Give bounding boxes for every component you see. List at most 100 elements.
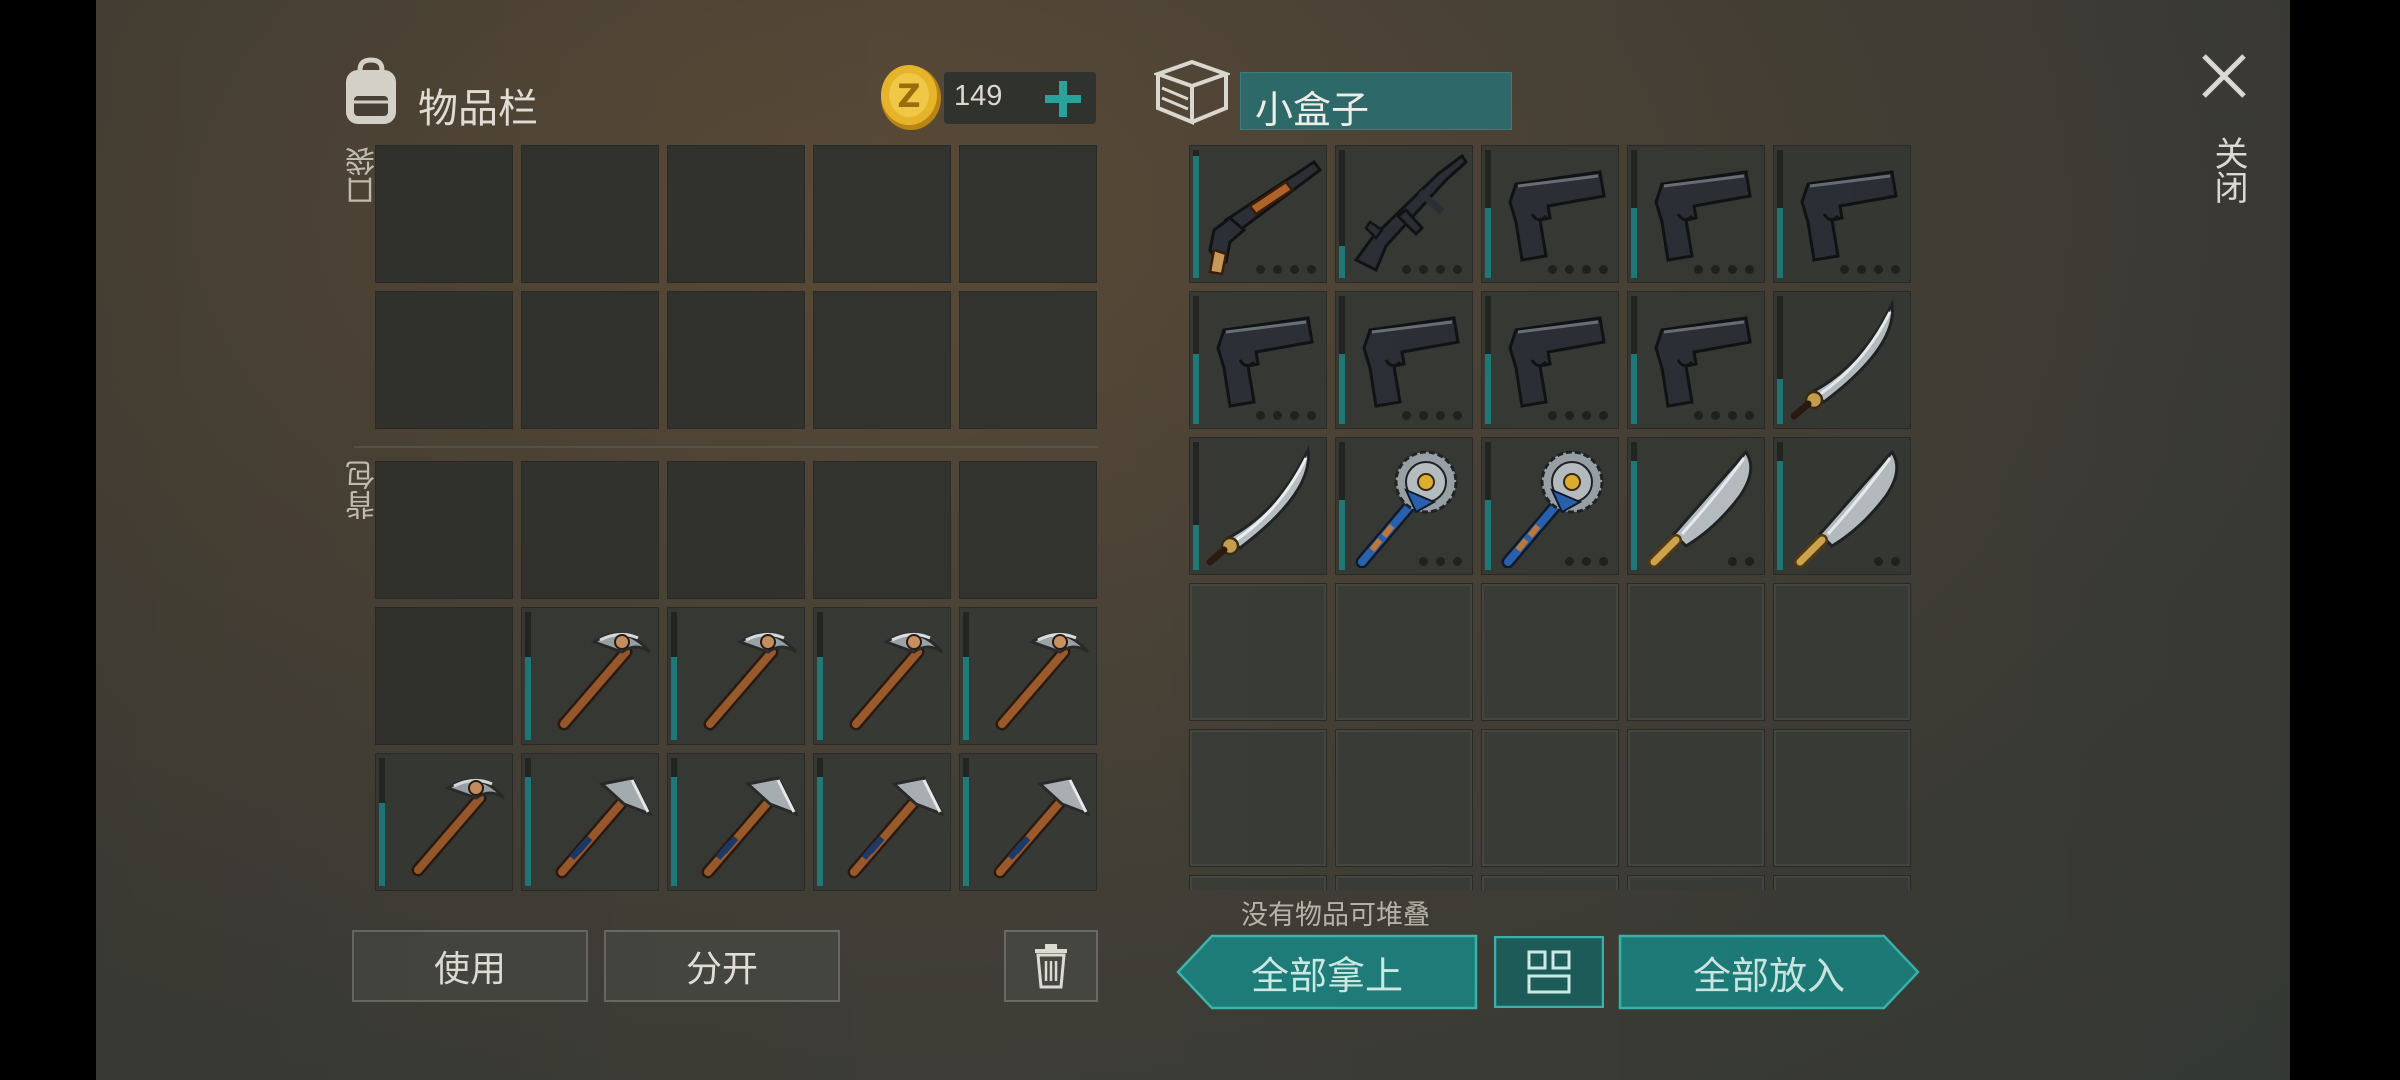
empty-slot[interactable] (1335, 583, 1473, 721)
upgrade-dots (1256, 265, 1316, 274)
item-slot-hatchet[interactable] (813, 753, 951, 891)
empty-slot[interactable] (1773, 729, 1911, 867)
split-button-label: 分开 (685, 949, 758, 990)
empty-slot[interactable] (521, 291, 659, 429)
empty-slot[interactable] (667, 145, 805, 283)
empty-slot[interactable] (813, 461, 951, 599)
game-screen: 物品栏 Z 149 口袋 背包 使用 分开 小盒子 没有物品可堆叠 全部拿上 全… (96, 0, 2290, 1080)
item-slot-pickaxe[interactable] (667, 607, 805, 745)
close-icon (2202, 54, 2246, 98)
pistol-icon (1362, 316, 1460, 408)
empty-slot[interactable] (1189, 729, 1327, 867)
item-slot-hatchet[interactable] (959, 753, 1097, 891)
empty-slot[interactable] (1773, 583, 1911, 721)
no-stack-notice: 没有物品可堆叠 (1241, 900, 1430, 931)
empty-slot[interactable] (813, 145, 951, 283)
item-slot-sword[interactable] (1773, 291, 1911, 429)
item-slot-machete[interactable] (1773, 437, 1911, 575)
empty-slot[interactable] (667, 461, 805, 599)
item-slot-saw-mace[interactable] (1481, 437, 1619, 575)
item-slot-sword[interactable] (1189, 437, 1327, 575)
saw-mace-icon (1355, 450, 1458, 568)
item-slot-hatchet[interactable] (667, 753, 805, 891)
item-slot-pickaxe[interactable] (521, 607, 659, 745)
trash-button[interactable] (1004, 930, 1098, 1002)
item-slot-pistol[interactable] (1335, 291, 1473, 429)
shotgun-icon (1208, 159, 1322, 276)
empty-slot[interactable] (959, 461, 1097, 599)
pistol-icon (1654, 316, 1752, 408)
empty-slot[interactable] (1335, 875, 1473, 890)
sword-icon (1206, 444, 1310, 566)
item-slot-pistol[interactable] (1773, 145, 1911, 283)
saw-mace-icon (1501, 450, 1604, 568)
trash-icon (1035, 944, 1067, 989)
item-slot-rifle[interactable] (1335, 145, 1473, 283)
item-slot-pickaxe[interactable] (375, 753, 513, 891)
sort-grid-icon (1527, 950, 1571, 994)
upgrade-dots (1694, 411, 1754, 420)
empty-slot[interactable] (375, 291, 513, 429)
item-slot-pistol[interactable] (1189, 291, 1327, 429)
upgrade-dots (1840, 265, 1900, 274)
empty-slot[interactable] (1189, 583, 1327, 721)
empty-slot[interactable] (1627, 583, 1765, 721)
item-slot-saw-mace[interactable] (1335, 437, 1473, 575)
item-slot-pickaxe[interactable] (813, 607, 951, 745)
empty-slot[interactable] (1481, 729, 1619, 867)
item-slot-machete[interactable] (1627, 437, 1765, 575)
item-slot-pistol[interactable] (1481, 291, 1619, 429)
empty-slot[interactable] (959, 291, 1097, 429)
pistol-icon (1508, 316, 1606, 408)
upgrade-dots (1419, 557, 1462, 566)
empty-slot[interactable] (375, 145, 513, 283)
empty-slot[interactable] (1773, 875, 1911, 890)
pistol-icon (1800, 170, 1898, 262)
empty-slot[interactable] (375, 607, 513, 745)
upgrade-dots (1728, 557, 1754, 566)
empty-slot[interactable] (521, 145, 659, 283)
item-slot-shotgun[interactable] (1189, 145, 1327, 283)
pickaxe-icon (557, 632, 652, 731)
pistol-icon (1216, 316, 1314, 408)
sword-icon (1790, 298, 1894, 420)
machete-icon (1794, 449, 1899, 568)
pistol-icon (1654, 170, 1752, 262)
hatchet-icon (847, 776, 946, 879)
split-button[interactable]: 分开 (604, 930, 840, 1002)
item-slot-pistol[interactable] (1627, 145, 1765, 283)
empty-slot[interactable] (1481, 875, 1619, 890)
empty-slot[interactable] (959, 145, 1097, 283)
empty-slot[interactable] (1189, 875, 1327, 890)
empty-slot[interactable] (375, 461, 513, 599)
upgrade-dots (1402, 265, 1462, 274)
sort-button[interactable] (1494, 936, 1604, 1008)
pickaxe-icon (995, 632, 1090, 731)
upgrade-dots (1548, 265, 1608, 274)
empty-slot[interactable] (1627, 875, 1765, 890)
hatchet-icon (555, 776, 654, 879)
use-button-label: 使用 (433, 949, 506, 990)
empty-slot[interactable] (521, 461, 659, 599)
use-button[interactable]: 使用 (352, 930, 588, 1002)
empty-slot[interactable] (1335, 729, 1473, 867)
item-slot-pickaxe[interactable] (959, 607, 1097, 745)
empty-slot[interactable] (1481, 583, 1619, 721)
rifle-icon (1353, 153, 1468, 273)
upgrade-dots (1694, 265, 1754, 274)
empty-slot[interactable] (667, 291, 805, 429)
machete-icon (1648, 449, 1753, 568)
pickaxe-icon (703, 632, 798, 731)
empty-slot[interactable] (813, 291, 951, 429)
upgrade-dots (1565, 557, 1608, 566)
upgrade-dots (1402, 411, 1462, 420)
item-slot-pistol[interactable] (1481, 145, 1619, 283)
put-all-button[interactable]: 全部放入 (1618, 934, 1920, 1010)
upgrade-dots (1256, 411, 1316, 420)
item-slot-pistol[interactable] (1627, 291, 1765, 429)
take-all-button[interactable]: 全部拿上 (1176, 934, 1478, 1010)
empty-slot[interactable] (1627, 729, 1765, 867)
close-button[interactable] (2198, 50, 2250, 102)
item-slot-hatchet[interactable] (521, 753, 659, 891)
close-label: 关闭 (2208, 136, 2248, 204)
